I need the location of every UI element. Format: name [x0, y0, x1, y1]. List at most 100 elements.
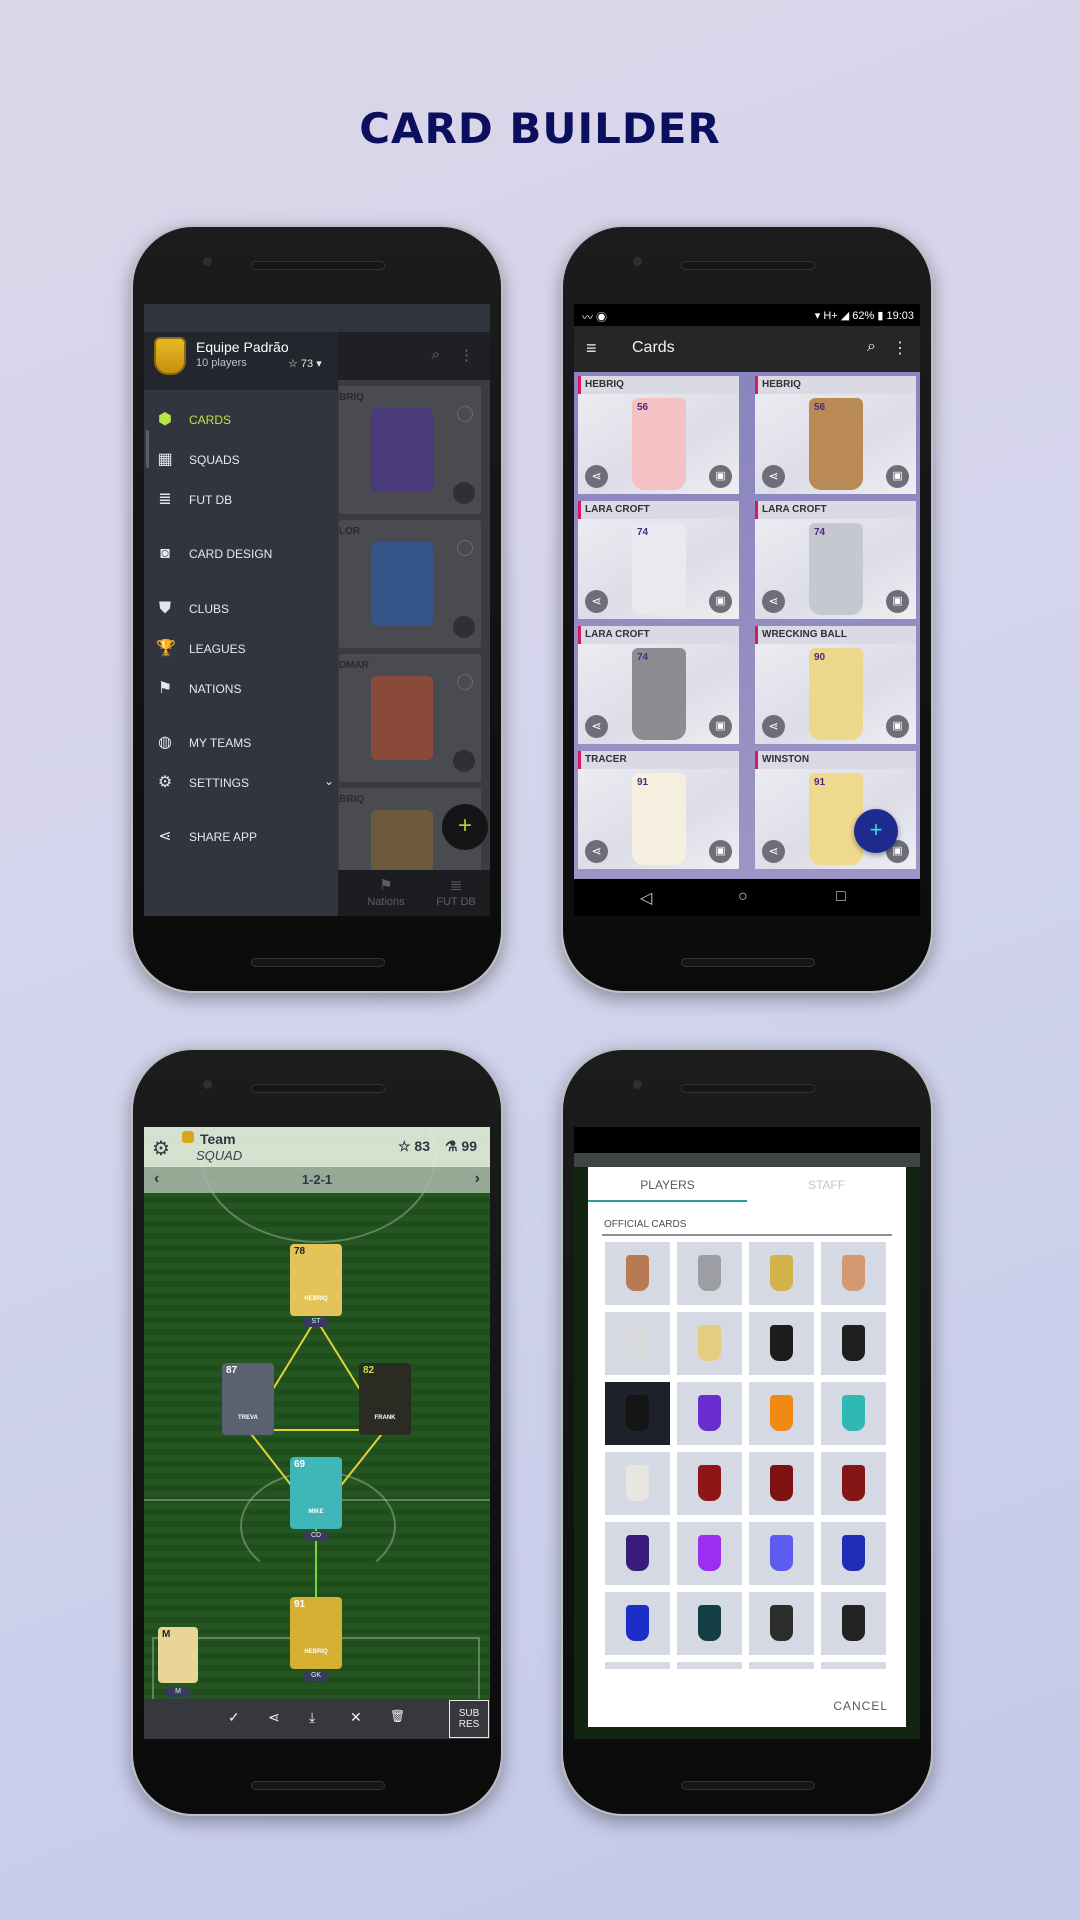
save-icon[interactable]: ▣ — [709, 590, 732, 613]
card-type-tile[interactable] — [605, 1522, 670, 1585]
card-type-tile[interactable] — [749, 1662, 814, 1669]
card-type-tile[interactable] — [677, 1242, 742, 1305]
card-type-tile[interactable] — [605, 1242, 670, 1305]
drawer-item-fut-db[interactable]: ≣ FUT DB — [144, 480, 338, 520]
download-icon[interactable]: ⤓ — [309, 1709, 315, 1726]
card-type-tile[interactable] — [605, 1312, 670, 1375]
save-icon[interactable]: ▣ — [709, 465, 732, 488]
search-icon[interactable]: ⌕ — [867, 338, 876, 356]
list-item[interactable]: DMAR — [339, 654, 481, 782]
back-icon[interactable]: ◁ — [640, 888, 652, 908]
share-icon[interactable]: ⋖ — [268, 1709, 280, 1726]
drawer-item-leagues[interactable]: 🏆 LEAGUES — [144, 629, 338, 669]
chevron-right-icon[interactable]: › — [475, 1170, 480, 1188]
card-item[interactable]: HEBRIQ 56 ⋖ ▣ — [755, 376, 916, 494]
add-card-fab[interactable]: + — [442, 804, 488, 850]
card-type-tile[interactable] — [605, 1662, 670, 1669]
player-card[interactable]: 78 HEBRIQ — [290, 1244, 342, 1316]
drawer-item-share-app[interactable]: ⋖ SHARE APP — [144, 817, 338, 857]
card-type-tile[interactable] — [821, 1382, 886, 1445]
home-icon[interactable]: ○ — [738, 888, 748, 906]
cancel-button[interactable]: CANCEL — [833, 1699, 888, 1713]
search-icon[interactable]: ⌕ — [432, 346, 440, 363]
close-icon[interactable]: ✕ — [350, 1709, 362, 1726]
card-type-tile[interactable] — [677, 1382, 742, 1445]
more-icon[interactable]: ⋮ — [459, 346, 474, 364]
share-icon[interactable]: ⋖ — [762, 715, 785, 738]
player-card[interactable]: 82 FRANK — [359, 1363, 411, 1435]
add-card-fab[interactable]: + — [854, 809, 898, 853]
share-icon[interactable]: ⋖ — [762, 465, 785, 488]
player-card[interactable]: 87 TREVA — [222, 1363, 274, 1435]
card-type-tile[interactable] — [821, 1662, 886, 1669]
drawer-item-card-design[interactable]: ◙ CARD DESIGN — [144, 534, 338, 574]
chevron-down-icon[interactable]: ⌄ — [324, 774, 334, 788]
card-item[interactable]: LARA CROFT 74 ⋖ ▣ — [578, 501, 739, 619]
card-type-tile[interactable] — [605, 1382, 670, 1445]
card-type-tile[interactable] — [749, 1522, 814, 1585]
card-item[interactable]: TRACER 91 ⋖ ▣ — [578, 751, 739, 869]
card-type-tile[interactable] — [821, 1242, 886, 1305]
check-icon[interactable]: ✓ — [228, 1709, 240, 1726]
player-card[interactable]: 91 HEBRIQ — [290, 1597, 342, 1669]
check-icon[interactable] — [457, 540, 473, 556]
delete-icon[interactable]: 🗑 — [390, 1709, 405, 1723]
card-type-tile[interactable] — [821, 1592, 886, 1655]
tab-players[interactable]: PLAYERS — [588, 1178, 747, 1192]
check-icon[interactable] — [457, 674, 473, 690]
save-icon[interactable]: ▣ — [886, 465, 909, 488]
drawer-item-my-teams[interactable]: ◍ MY TEAMS — [144, 723, 338, 763]
save-icon[interactable]: ▣ — [886, 715, 909, 738]
card-type-tile[interactable] — [677, 1662, 742, 1669]
share-icon[interactable]: ⋖ — [585, 715, 608, 738]
card-type-tile[interactable] — [605, 1452, 670, 1515]
card-type-tile[interactable] — [677, 1592, 742, 1655]
team-rating-dropdown[interactable]: ☆ 73 ▾ — [288, 357, 322, 370]
drawer-item-settings[interactable]: ⚙ SETTINGS ⌄ — [144, 763, 338, 803]
save-icon[interactable] — [453, 482, 475, 504]
sub-res-button[interactable]: SUB RES — [449, 1700, 489, 1738]
drawer-item-squads[interactable]: ▦ SQUADS — [144, 440, 338, 480]
list-item[interactable]: LOR — [339, 520, 481, 648]
card-type-tile[interactable] — [677, 1522, 742, 1585]
share-icon[interactable]: ⋖ — [762, 840, 785, 863]
card-type-tile[interactable] — [749, 1592, 814, 1655]
player-card[interactable]: 69 MIKE — [290, 1457, 342, 1529]
share-icon[interactable]: ⋖ — [585, 840, 608, 863]
nav-nations[interactable]: ⚑ Nations — [356, 876, 416, 908]
drawer-item-cards[interactable]: ⬢ CARDS — [144, 400, 338, 440]
card-type-tile[interactable] — [605, 1592, 670, 1655]
drawer-item-nations[interactable]: ⚑ NATIONS — [144, 669, 338, 709]
save-icon[interactable] — [453, 750, 475, 772]
card-type-tile[interactable] — [677, 1452, 742, 1515]
card-type-tile[interactable] — [821, 1522, 886, 1585]
card-type-tile[interactable] — [821, 1452, 886, 1515]
card-type-tile[interactable] — [749, 1452, 814, 1515]
list-item[interactable]: BRIQ — [339, 386, 481, 514]
save-icon[interactable]: ▣ — [709, 715, 732, 738]
drawer-item-clubs[interactable]: ⛊ CLUBS — [144, 589, 338, 629]
card-item[interactable]: LARA CROFT 74 ⋖ ▣ — [578, 626, 739, 744]
card-type-tile[interactable] — [749, 1382, 814, 1445]
card-type-tile[interactable] — [749, 1312, 814, 1375]
gear-icon[interactable]: ⚙ — [152, 1136, 170, 1161]
card-item[interactable]: HEBRIQ 56 ⋖ ▣ — [578, 376, 739, 494]
save-icon[interactable]: ▣ — [886, 590, 909, 613]
nav-fut-db[interactable]: ≣ FUT DB — [426, 876, 486, 908]
more-icon[interactable]: ⋮ — [892, 338, 908, 358]
save-icon[interactable] — [453, 616, 475, 638]
share-icon[interactable]: ⋖ — [762, 590, 785, 613]
manager-card[interactable]: M — [158, 1627, 198, 1683]
recent-apps-icon[interactable]: □ — [836, 888, 846, 906]
card-item[interactable]: LARA CROFT 74 ⋖ ▣ — [755, 501, 916, 619]
card-item[interactable]: WINSTON 91 ⋖ ▣ — [755, 751, 916, 869]
card-type-tile[interactable] — [749, 1242, 814, 1305]
share-icon[interactable]: ⋖ — [585, 590, 608, 613]
tab-staff[interactable]: STAFF — [747, 1178, 906, 1192]
hamburger-menu-icon[interactable]: ≡ — [586, 338, 597, 359]
card-item[interactable]: WRECKING BALL 90 ⋖ ▣ — [755, 626, 916, 744]
check-icon[interactable] — [457, 406, 473, 422]
share-icon[interactable]: ⋖ — [585, 465, 608, 488]
card-type-tile[interactable] — [677, 1312, 742, 1375]
card-type-tile[interactable] — [821, 1312, 886, 1375]
